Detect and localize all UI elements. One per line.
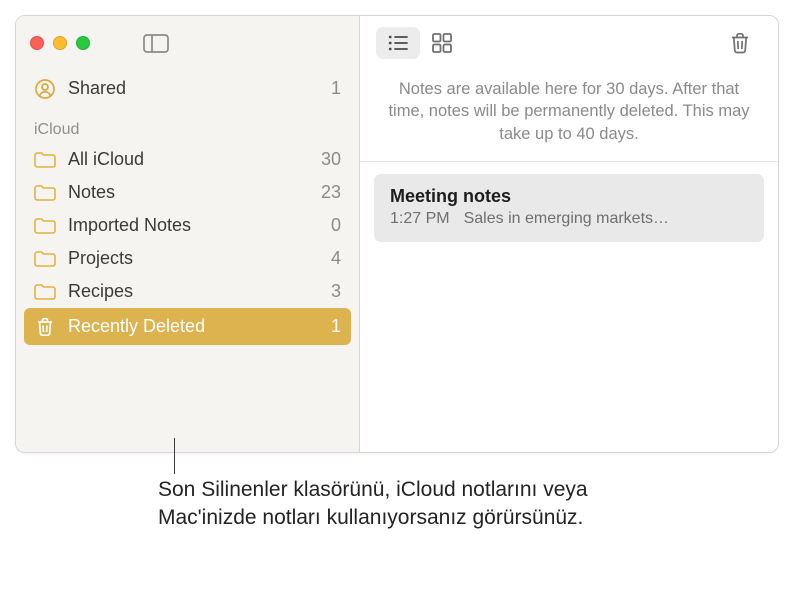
note-time: 1:27 PM bbox=[390, 210, 450, 228]
folder-icon bbox=[34, 250, 56, 268]
sidebar-folder-notes[interactable]: Notes 23 bbox=[16, 176, 359, 209]
sidebar-item-count: 0 bbox=[331, 215, 341, 236]
sidebar-item-label: Imported Notes bbox=[68, 215, 191, 236]
grid-view-button[interactable] bbox=[420, 27, 464, 59]
sidebar-toggle-button[interactable] bbox=[141, 32, 171, 54]
folder-icon bbox=[34, 283, 56, 301]
toolbar bbox=[360, 16, 778, 70]
sidebar-item-count: 4 bbox=[331, 248, 341, 269]
sidebar-item-count: 3 bbox=[331, 281, 341, 302]
folder-icon bbox=[34, 184, 56, 202]
list-view-button[interactable] bbox=[376, 27, 420, 59]
window-controls bbox=[30, 36, 90, 50]
sidebar-item-count: 30 bbox=[321, 149, 341, 170]
sidebar-folder-all-icloud[interactable]: All iCloud 30 bbox=[16, 143, 359, 176]
sidebar-group-label: iCloud bbox=[16, 107, 359, 143]
shared-icon bbox=[34, 79, 56, 99]
sidebar-item-label: Shared bbox=[68, 78, 126, 99]
sidebar-item-count: 1 bbox=[331, 316, 341, 337]
sidebar-item-label: Recently Deleted bbox=[68, 316, 205, 337]
app-window: Shared 1 iCloud All iCloud 30 bbox=[15, 15, 779, 453]
folder-icon bbox=[34, 217, 56, 235]
sidebar-item-label: Notes bbox=[68, 182, 115, 203]
sidebar-folder-list: All iCloud 30 Notes 23 Imported bbox=[16, 143, 359, 353]
sidebar: Shared 1 iCloud All iCloud 30 bbox=[16, 16, 360, 452]
folder-icon bbox=[34, 151, 56, 169]
sidebar-item-label: All iCloud bbox=[68, 149, 144, 170]
minimize-icon[interactable] bbox=[53, 36, 67, 50]
sidebar-item-shared[interactable]: Shared 1 bbox=[16, 70, 359, 107]
sidebar-item-count: 23 bbox=[321, 182, 341, 203]
sidebar-item-label: Projects bbox=[68, 248, 133, 269]
callout-text: Son Silinenler klasörünü, iCloud notları… bbox=[158, 476, 588, 532]
sidebar-item-count: 1 bbox=[331, 78, 341, 99]
delete-button[interactable] bbox=[718, 27, 762, 59]
titlebar bbox=[16, 16, 359, 70]
note-list-item[interactable]: Meeting notes 1:27 PM Sales in emerging … bbox=[374, 174, 764, 242]
note-title: Meeting notes bbox=[390, 186, 748, 207]
callout-line bbox=[174, 438, 175, 474]
info-banner: Notes are available here for 30 days. Af… bbox=[360, 70, 778, 162]
note-preview: Sales in emerging markets… bbox=[464, 210, 748, 228]
sidebar-folder-projects[interactable]: Projects 4 bbox=[16, 242, 359, 275]
note-meta: 1:27 PM Sales in emerging markets… bbox=[390, 210, 748, 228]
close-icon[interactable] bbox=[30, 36, 44, 50]
zoom-icon[interactable] bbox=[76, 36, 90, 50]
sidebar-folder-recently-deleted[interactable]: Recently Deleted 1 bbox=[24, 308, 351, 345]
sidebar-folder-recipes[interactable]: Recipes 3 bbox=[16, 275, 359, 308]
view-mode-segmented bbox=[376, 27, 464, 59]
sidebar-folder-imported-notes[interactable]: Imported Notes 0 bbox=[16, 209, 359, 242]
main-pane: Notes are available here for 30 days. Af… bbox=[360, 16, 778, 452]
sidebar-item-label: Recipes bbox=[68, 281, 133, 302]
trash-icon bbox=[34, 318, 56, 336]
